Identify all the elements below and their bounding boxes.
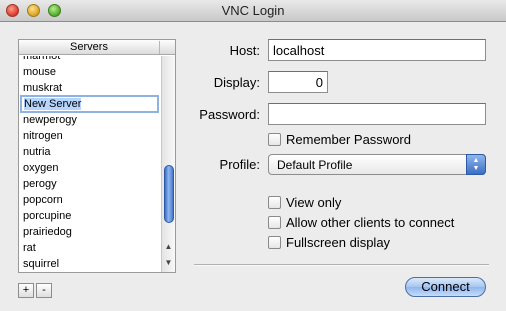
list-item[interactable]: oxygen <box>19 160 160 176</box>
add-server-button[interactable]: + <box>18 283 34 298</box>
remember-password-label[interactable]: Remember Password <box>286 132 411 147</box>
title-bar: VNC Login <box>0 0 506 22</box>
host-field[interactable] <box>268 39 486 61</box>
profile-popup-button[interactable]: Default Profile ▲ ▼ <box>268 154 486 175</box>
server-list-header[interactable]: Servers <box>19 40 175 55</box>
server-list-rows: marmot mouse muskrat New Server newperog… <box>19 56 160 272</box>
password-label: Password: <box>199 107 260 122</box>
scrollbar-thumb[interactable] <box>164 165 174 223</box>
list-item[interactable]: marmot <box>19 56 160 64</box>
list-item[interactable]: porcupine <box>19 208 160 224</box>
list-item[interactable]: popcorn <box>19 192 160 208</box>
remove-server-button[interactable]: - <box>36 283 52 298</box>
profile-selected-value: Default Profile <box>277 158 353 172</box>
list-item[interactable]: nitrogen <box>19 128 160 144</box>
allow-others-checkbox[interactable] <box>268 216 281 229</box>
view-only-label[interactable]: View only <box>286 195 341 210</box>
servers-column-header[interactable]: Servers <box>19 41 160 54</box>
allow-others-label[interactable]: Allow other clients to connect <box>286 215 454 230</box>
view-only-checkbox[interactable] <box>268 196 281 209</box>
list-item[interactable]: newperogy <box>19 112 160 128</box>
scroll-up-arrow-icon[interactable]: ▲ <box>162 240 175 254</box>
list-item[interactable]: muskrat <box>19 80 160 96</box>
separator <box>194 264 489 266</box>
updown-arrows-icon: ▲ ▼ <box>466 154 486 175</box>
remember-password-checkbox[interactable] <box>268 133 281 146</box>
display-field[interactable] <box>268 71 328 93</box>
host-label: Host: <box>229 43 260 58</box>
list-item[interactable]: mouse <box>19 64 160 80</box>
window-content: Servers marmot mouse muskrat New Server … <box>0 23 506 311</box>
server-name-edit-field[interactable]: New Server <box>20 95 159 113</box>
profile-label: Profile: <box>219 157 260 172</box>
password-field[interactable] <box>268 103 486 125</box>
server-list-scrollbar[interactable]: ▲ ▼ <box>161 56 175 272</box>
fullscreen-label[interactable]: Fullscreen display <box>286 235 390 250</box>
scroll-down-arrow-icon[interactable]: ▼ <box>162 256 175 270</box>
list-item[interactable]: squirrel <box>19 256 160 272</box>
list-item[interactable]: nutria <box>19 144 160 160</box>
list-item[interactable]: prairiedog <box>19 224 160 240</box>
server-name-edit-text: New Server <box>24 98 82 110</box>
window-title: VNC Login <box>221 3 285 18</box>
server-list: Servers marmot mouse muskrat New Server … <box>18 39 176 273</box>
display-label: Display: <box>213 75 260 90</box>
list-item[interactable]: perogy <box>19 176 160 192</box>
list-item[interactable]: rat <box>19 240 160 256</box>
fullscreen-checkbox[interactable] <box>268 236 281 249</box>
connect-button[interactable]: Connect <box>405 277 486 297</box>
